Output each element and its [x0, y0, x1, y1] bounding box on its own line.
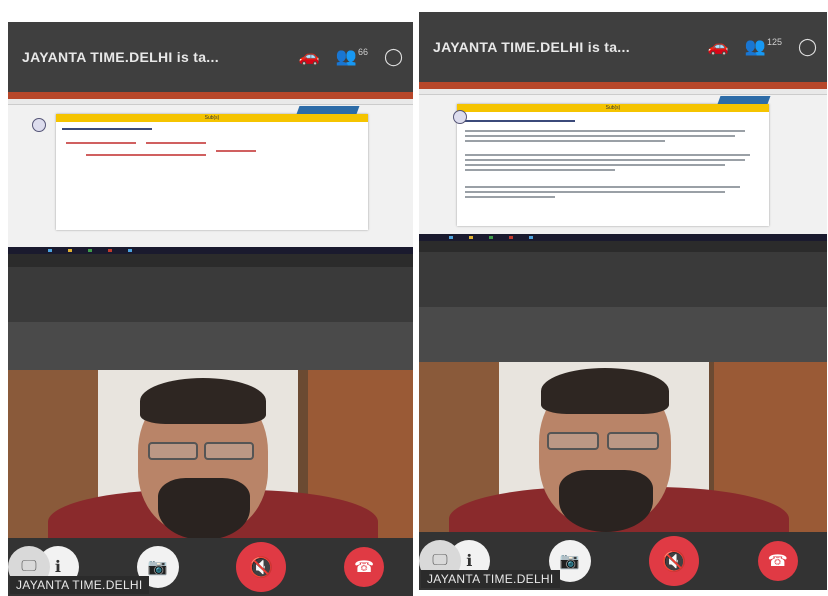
blue-accent — [717, 96, 771, 104]
annotation-stroke — [66, 142, 136, 144]
taskbar — [419, 234, 827, 241]
shared-screen: Sub(s) — [419, 82, 827, 252]
left-meeting-screen: JAYANTA TIME.DELHI is ta... 🚗 👥 66 ◯ Sub(… — [8, 22, 413, 596]
participants-icon: 👥 — [335, 47, 357, 66]
meeting-header: JAYANTA TIME.DELHI is ta... 🚗 👥 125 ◯ — [419, 12, 827, 82]
presenter-name: JAYANTA TIME.DELHI — [421, 570, 560, 588]
mic-toggle-button[interactable]: 🔇 — [649, 536, 700, 586]
share-screen-icon: 🖵 — [432, 552, 448, 569]
leave-call-icon: ☎ — [767, 553, 788, 570]
info-icon: ℹ — [54, 559, 61, 576]
empty-band — [8, 322, 413, 370]
slide-title: Sub(s) — [204, 115, 220, 121]
mic-off-icon: 🔇 — [661, 550, 687, 573]
annotation-stroke — [146, 142, 206, 144]
right-meeting-screen: JAYANTA TIME.DELHI is ta... 🚗 👥 125 ◯ Sub… — [419, 12, 827, 590]
chat-icon[interactable]: ◯ — [384, 47, 403, 67]
glasses — [204, 442, 254, 460]
presenter-beard — [158, 478, 250, 538]
mic-off-icon: 🔇 — [248, 556, 274, 579]
taskbar-app — [88, 249, 92, 252]
participants-count: 66 — [357, 47, 368, 57]
meeting-title: JAYANTA TIME.DELHI is ta... — [22, 49, 219, 65]
ribbon-bar — [8, 92, 413, 99]
taskbar — [8, 247, 413, 254]
leave-call-button[interactable]: ☎ — [757, 541, 798, 581]
powerpoint-window: Sub(s) — [8, 92, 413, 247]
empty-band — [419, 307, 827, 362]
glasses — [148, 442, 198, 460]
ribbon-tools — [419, 89, 827, 95]
taskbar-app — [489, 236, 493, 239]
slide-thumb — [32, 118, 46, 132]
presenter-video — [419, 362, 827, 532]
slide-text-line — [465, 191, 725, 193]
powerpoint-window: Sub(s) — [419, 82, 827, 234]
glasses — [547, 432, 599, 450]
presenter-name: JAYANTA TIME.DELHI — [10, 576, 149, 594]
taskbar-app — [509, 236, 513, 239]
taskbar-app — [108, 249, 112, 252]
slide-text-line — [465, 196, 555, 198]
participants-count: 125 — [766, 37, 782, 47]
meeting-header: JAYANTA TIME.DELHI is ta... 🚗 👥 66 ◯ — [8, 22, 413, 92]
share-screen-icon: 🖵 — [21, 558, 37, 575]
mic-toggle-button[interactable]: 🔇 — [236, 542, 287, 592]
participants-button[interactable]: 👥 125 — [745, 37, 782, 57]
slide-text-line — [465, 140, 665, 142]
slide-text-line — [465, 130, 745, 132]
presenter-video — [8, 370, 413, 538]
car-icon[interactable]: 🚗 — [299, 47, 320, 67]
slide-thumb — [453, 110, 467, 124]
taskbar-app — [68, 249, 72, 252]
empty-band — [419, 252, 827, 307]
presenter-beard — [559, 470, 653, 532]
blue-accent — [296, 106, 360, 114]
annotation-stroke — [216, 150, 256, 152]
car-icon[interactable]: 🚗 — [708, 37, 729, 57]
video-off-icon: 📷 — [147, 559, 168, 576]
leave-call-icon: ☎ — [354, 559, 375, 576]
meeting-title: JAYANTA TIME.DELHI is ta... — [433, 39, 630, 55]
empty-band — [8, 267, 413, 322]
leave-call-button[interactable]: ☎ — [344, 547, 385, 587]
video-off-icon: 📷 — [559, 553, 580, 570]
shared-screen: Sub(s) — [8, 92, 413, 267]
ribbon-bar — [419, 82, 827, 89]
slide-text-line — [465, 164, 725, 166]
info-icon: ℹ — [466, 553, 473, 570]
taskbar-app — [48, 249, 52, 252]
slide-title: Sub(s) — [605, 105, 621, 111]
slide-text-line — [62, 128, 152, 130]
taskbar-app — [529, 236, 533, 239]
participants-button[interactable]: 👥 66 — [336, 47, 368, 67]
presenter-hair — [541, 368, 669, 414]
annotation-stroke — [86, 154, 206, 156]
slide-text-line — [465, 169, 615, 171]
glasses — [607, 432, 659, 450]
chat-icon[interactable]: ◯ — [798, 37, 817, 57]
slide-text-line — [465, 154, 750, 156]
taskbar-app — [449, 236, 453, 239]
slide-text-line — [465, 120, 575, 122]
presenter-hair — [140, 378, 266, 424]
ribbon-tools — [8, 99, 413, 105]
taskbar-app — [469, 236, 473, 239]
slide-text-line — [465, 186, 740, 188]
slide-text-line — [465, 135, 735, 137]
taskbar-app — [128, 249, 132, 252]
slide: Sub(s) — [457, 104, 769, 226]
slide: Sub(s) — [56, 114, 368, 230]
slide-text-line — [465, 159, 745, 161]
participants-icon: 👥 — [744, 37, 766, 56]
